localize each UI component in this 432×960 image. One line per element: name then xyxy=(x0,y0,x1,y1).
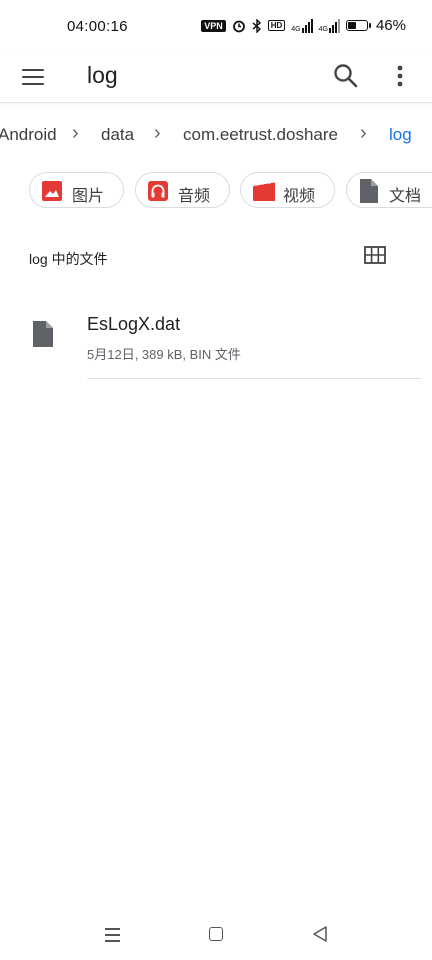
breadcrumb-item-data[interactable]: data xyxy=(101,125,134,145)
battery-icon xyxy=(345,20,371,31)
chip-documents[interactable]: 文档 xyxy=(346,172,432,208)
chevron-right-icon: › xyxy=(72,122,79,144)
movie-icon xyxy=(253,181,275,201)
chip-label: 文档 xyxy=(389,188,422,205)
image-icon xyxy=(42,181,62,201)
alarm-icon xyxy=(232,20,245,32)
chip-images[interactable]: 图片 xyxy=(29,172,124,208)
menu-icon[interactable] xyxy=(22,66,46,90)
search-icon[interactable] xyxy=(332,62,360,90)
more-vert-icon[interactable] xyxy=(390,62,410,90)
hd-icon: HD xyxy=(267,20,286,31)
section-title: log 中的文件 xyxy=(29,251,108,267)
document-icon xyxy=(360,179,378,203)
breadcrumb-item-android[interactable]: Android xyxy=(0,125,57,145)
back-icon[interactable] xyxy=(311,925,329,943)
status-icons: VPN HD 4G 4G 46% xyxy=(201,17,406,34)
category-chips: 图片 音频 视频 文档 xyxy=(0,172,432,212)
breadcrumb-item-log[interactable]: log xyxy=(389,125,412,145)
chip-label: 视频 xyxy=(283,188,316,205)
divider xyxy=(87,378,421,379)
chip-label: 音频 xyxy=(178,188,211,205)
home-icon[interactable] xyxy=(209,927,223,941)
breadcrumb-item-package[interactable]: com.eetrust.doshare xyxy=(183,125,338,145)
chip-audio[interactable]: 音频 xyxy=(135,172,230,208)
file-meta: 5月12日, 389 kB, BIN 文件 xyxy=(87,347,241,362)
bluetooth-icon xyxy=(252,18,261,33)
system-nav-bar xyxy=(0,910,432,960)
file-name: EsLogX.dat xyxy=(87,314,181,334)
chevron-right-icon: › xyxy=(154,122,161,144)
chevron-right-icon: › xyxy=(360,122,367,144)
chip-label: 图片 xyxy=(72,188,105,205)
chip-video[interactable]: 视频 xyxy=(240,172,335,208)
headphones-icon xyxy=(148,181,168,201)
status-bar: 04:00:16 VPN HD 4G 4G 46% xyxy=(0,0,432,56)
breadcrumb: Android › data › com.eetrust.doshare › l… xyxy=(0,116,432,152)
grid-view-icon[interactable] xyxy=(364,246,386,264)
page-title: log xyxy=(87,62,118,88)
list-item[interactable]: EsLogX.dat 5月12日, 389 kB, BIN 文件 xyxy=(0,302,432,380)
app-bar: log xyxy=(0,56,432,103)
battery-percent: 46% xyxy=(375,17,406,34)
signal-icon-2: 4G xyxy=(319,18,340,33)
file-icon xyxy=(33,321,53,347)
recents-icon[interactable] xyxy=(105,926,120,942)
vpn-icon: VPN xyxy=(201,19,226,32)
signal-icon-1: 4G xyxy=(291,18,313,33)
status-time: 04:00:16 xyxy=(67,18,128,35)
